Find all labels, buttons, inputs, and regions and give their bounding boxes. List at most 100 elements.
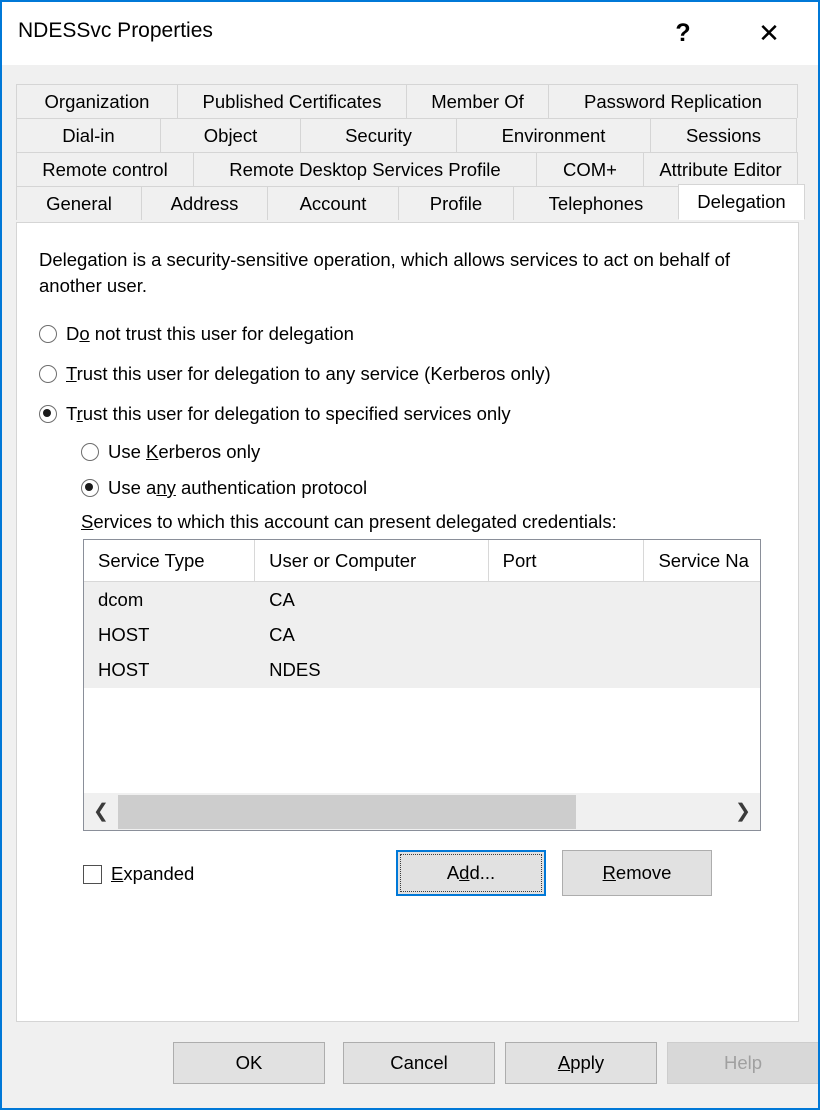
tab-row: Remote control Remote Desktop Services Pr…	[16, 152, 799, 186]
apply-button-label: Apply	[557, 1052, 605, 1073]
expanded-checkbox-row[interactable]: Expanded	[83, 863, 194, 885]
services-list-label: Services to which this account can prese…	[81, 511, 617, 533]
table-cell: CA	[269, 588, 295, 610]
expanded-checkbox-label: Expanded	[111, 863, 195, 884]
add-button[interactable]: Add...	[396, 850, 546, 896]
tab-label: Delegation	[697, 191, 786, 212]
tab-object[interactable]: Object	[160, 118, 301, 152]
tab-label: Dial-in	[62, 124, 115, 146]
question-mark-icon[interactable]: ?	[652, 2, 714, 64]
table-cell: HOST	[98, 623, 150, 645]
scrollbar-thumb[interactable]	[118, 794, 576, 829]
focus-rectangle	[400, 854, 542, 892]
close-x-icon[interactable]: ✕	[738, 2, 800, 64]
radio-label: Do not trust this user for delegation	[66, 323, 354, 344]
tab-label: Organization	[44, 90, 150, 112]
tab-attribute-editor[interactable]: Attribute Editor	[643, 152, 798, 186]
column-header-label: User or Computer	[269, 549, 417, 571]
apply-button[interactable]: Apply	[505, 1042, 657, 1084]
column-header[interactable]: Service Na	[644, 540, 760, 581]
tab-member-of[interactable]: Member Of	[406, 84, 549, 118]
table-row[interactable]: HOST NDES	[84, 652, 760, 687]
column-header[interactable]: User or Computer	[255, 540, 489, 581]
delegation-tab-panel: Delegation is a security-sensitive opera…	[16, 222, 799, 1022]
delegation-description: Delegation is a security-sensitive opera…	[39, 249, 731, 296]
window-title: NDESSvc Properties	[18, 19, 213, 42]
scrollbar-track[interactable]	[118, 793, 726, 831]
tab-row: Organization Published Certificates Member…	[16, 84, 799, 118]
tab-remote-desktop-services-profile[interactable]: Remote Desktop Services Profile	[193, 152, 537, 186]
radio-trust-any-service[interactable]: Trust this user for delegation to any se…	[39, 363, 551, 385]
properties-dialog: NDESSvc Properties ? ✕ Organization Publi…	[0, 0, 820, 1110]
chevron-left-icon[interactable]: ❮	[84, 793, 118, 831]
tab-password-replication[interactable]: Password Replication	[548, 84, 798, 118]
tab-sessions[interactable]: Sessions	[650, 118, 797, 152]
tab-label: Telephones	[548, 192, 644, 214]
radio-use-kerberos-only[interactable]: Use Kerberos only	[81, 441, 260, 463]
table-cell: NDES	[269, 658, 321, 680]
table-row[interactable]: HOST CA	[84, 617, 760, 652]
tab-security[interactable]: Security	[300, 118, 457, 152]
tab-label: Object	[203, 124, 258, 146]
services-listview[interactable]: Service Type User or Computer Port Service …	[83, 539, 761, 831]
tab-label: Environment	[501, 124, 606, 146]
tab-strip: Organization Published Certificates Member…	[16, 84, 805, 220]
chevron-right-icon[interactable]: ❯	[726, 793, 760, 831]
tab-environment[interactable]: Environment	[456, 118, 651, 152]
tab-label: COM+	[563, 158, 617, 180]
tab-general[interactable]: General	[16, 186, 142, 220]
listview-header: Service Type User or Computer Port Service …	[84, 540, 760, 582]
expanded-checkbox[interactable]	[83, 864, 102, 884]
remove-button-label: Remove	[602, 862, 672, 883]
table-row[interactable]: dcom CA	[84, 582, 760, 617]
radio-label: Trust this user for delegation to specif…	[66, 403, 511, 424]
tab-published-certificates[interactable]: Published Certificates	[177, 84, 407, 118]
radio-indicator[interactable]	[39, 325, 57, 343]
tab-address[interactable]: Address	[141, 186, 268, 220]
help-button: Help	[667, 1042, 818, 1084]
table-cell: dcom	[98, 588, 144, 610]
tab-delegation[interactable]: Delegation	[678, 184, 805, 220]
services-list-label-accel: S	[81, 511, 94, 532]
tab-label: Profile	[429, 192, 483, 214]
listview-body[interactable]: dcom CA HOST CA HOST NDES	[84, 582, 760, 790]
cancel-button[interactable]: Cancel	[343, 1042, 495, 1084]
radio-indicator[interactable]	[39, 365, 57, 383]
services-list-label-text: ervices to which this account can presen…	[93, 511, 617, 532]
tab-label: Password Replication	[584, 90, 762, 112]
tab-profile[interactable]: Profile	[398, 186, 514, 220]
cancel-button-label: Cancel	[390, 1052, 448, 1073]
radio-indicator[interactable]	[39, 405, 57, 423]
radio-indicator[interactable]	[81, 479, 99, 497]
tab-organization[interactable]: Organization	[16, 84, 178, 118]
tab-telephones[interactable]: Telephones	[513, 186, 679, 220]
table-cell: CA	[269, 623, 295, 645]
title-bar: NDESSvc Properties ? ✕	[2, 2, 818, 65]
tab-label: General	[46, 192, 112, 214]
help-button-label: Help	[723, 1052, 763, 1073]
tab-label: Address	[170, 192, 239, 214]
tab-row: General Address Account Profile Telephones De…	[16, 184, 805, 220]
column-header[interactable]: Service Type	[84, 540, 256, 581]
radio-label: Use any authentication protocol	[108, 477, 368, 498]
tab-label: Member Of	[431, 90, 524, 112]
radio-trust-specified-services[interactable]: Trust this user for delegation to specif…	[39, 403, 511, 425]
tab-label: Published Certificates	[202, 90, 382, 112]
radio-label: Trust this user for delegation to any se…	[66, 363, 551, 384]
tab-com[interactable]: COM+	[536, 152, 644, 186]
tab-label: Sessions	[685, 124, 762, 146]
horizontal-scrollbar[interactable]: ❮ ❯	[84, 792, 760, 830]
tab-account[interactable]: Account	[267, 186, 399, 220]
tab-dial-in[interactable]: Dial-in	[16, 118, 161, 152]
ok-button[interactable]: OK	[173, 1042, 325, 1084]
column-header[interactable]: Port	[489, 540, 645, 581]
remove-button[interactable]: Remove	[562, 850, 712, 896]
radio-indicator[interactable]	[81, 443, 99, 461]
radio-do-not-trust[interactable]: Do not trust this user for delegation	[39, 323, 354, 345]
tab-label: Security	[345, 124, 412, 146]
ok-button-label: OK	[235, 1052, 263, 1073]
tab-label: Account	[299, 192, 367, 214]
radio-use-any-auth-protocol[interactable]: Use any authentication protocol	[81, 477, 367, 499]
tab-remote-control[interactable]: Remote control	[16, 152, 194, 186]
radio-label: Use Kerberos only	[108, 441, 261, 462]
